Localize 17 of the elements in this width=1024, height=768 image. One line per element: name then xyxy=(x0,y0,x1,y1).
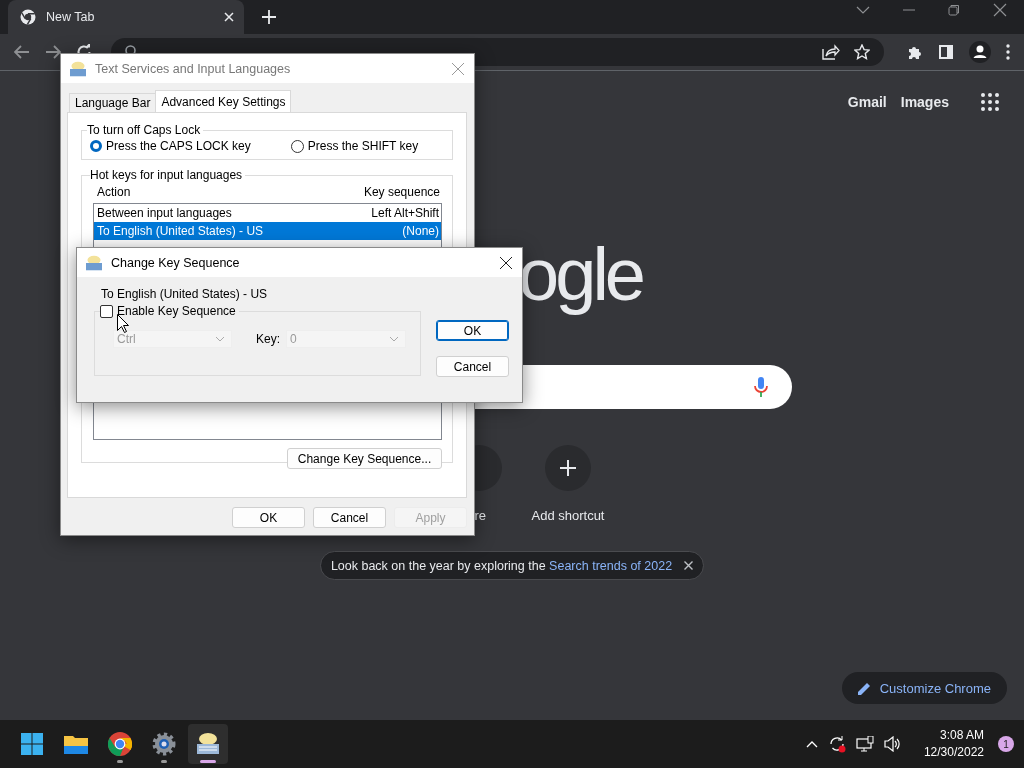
column-header: Action xyxy=(97,185,131,199)
window-title: Change Key Sequence xyxy=(111,255,241,270)
group-label: To turn off Caps Lock xyxy=(87,123,202,137)
key-label: Key: xyxy=(256,332,280,346)
date-text: 12/30/2022 xyxy=(923,744,984,761)
table-cell: (None) xyxy=(402,224,439,238)
logo-text: ogle xyxy=(518,233,642,316)
column-header: Key sequence xyxy=(363,185,440,199)
time-text: 3:08 AM xyxy=(939,727,984,744)
table-cell: To English (United States) - US xyxy=(97,224,264,238)
table-cell: Left Alt+Shift xyxy=(371,206,439,220)
window-title: Text Services and Input Languages xyxy=(95,61,292,76)
tab-title: New Tab xyxy=(46,10,96,24)
table-cell: Between input languages xyxy=(97,206,232,220)
group-label: Hot keys for input languages xyxy=(90,168,244,182)
target-label: To English (United States) - US xyxy=(101,286,269,302)
promo-text: Look back on the year by exploring the Search trends of 2022 xyxy=(330,558,673,573)
